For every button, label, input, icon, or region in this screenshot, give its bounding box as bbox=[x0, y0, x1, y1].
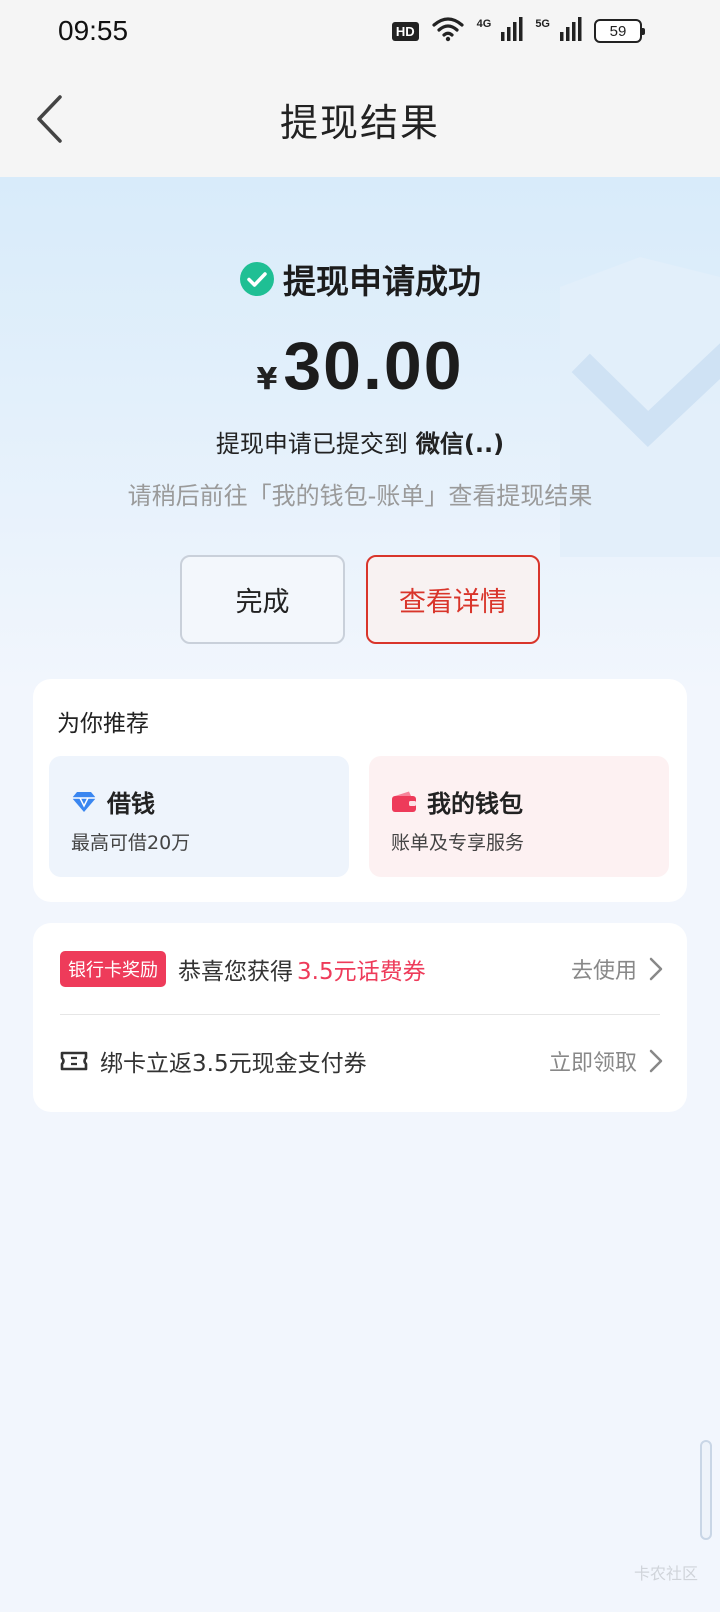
wallet-icon bbox=[392, 791, 416, 812]
use-now-label: 去使用 bbox=[570, 959, 637, 984]
scroll-handle[interactable] bbox=[700, 1440, 712, 1540]
recommend-item-head: 我的钱包 bbox=[391, 784, 523, 819]
chevron-right-icon bbox=[649, 957, 663, 981]
success-text: 提现申请成功 bbox=[283, 262, 481, 301]
recommend-item-loan[interactable]: 借钱 最高可借20万 bbox=[49, 756, 349, 877]
result-hero: 提现申请成功 ¥ 30.00 提现申请已提交到 微信(..) 请稍后前往「我的钱… bbox=[0, 177, 720, 697]
recommend-item-head: 借钱 bbox=[71, 784, 155, 819]
recommend-item-subtitle: 最高可借20万 bbox=[71, 832, 191, 854]
battery-icon: 59 bbox=[594, 19, 645, 43]
network-label-1: 4G bbox=[476, 18, 492, 30]
ticket-icon bbox=[60, 1050, 88, 1072]
check-circle-icon bbox=[240, 262, 274, 296]
reward-row-phone-coupon[interactable]: 银行卡奖励 恭喜您获得 3.5元话费券 去使用 bbox=[60, 923, 663, 1015]
reward-text: 绑卡立返3.5元现金支付券 bbox=[100, 1051, 367, 1077]
use-now-link[interactable]: 去使用 bbox=[571, 953, 663, 985]
recommend-item-wallet[interactable]: 我的钱包 账单及专享服务 bbox=[369, 756, 669, 877]
claim-now-link[interactable]: 立即领取 bbox=[549, 1045, 663, 1077]
recommend-item-title: 我的钱包 bbox=[427, 790, 523, 818]
status-bar: 09:55 HD 4G 5G 59 bbox=[0, 0, 720, 62]
claim-now-label: 立即领取 bbox=[548, 1051, 637, 1076]
currency-symbol: ¥ bbox=[256, 362, 278, 397]
chevron-left-icon bbox=[37, 95, 62, 143]
recommend-title: 为你推荐 bbox=[57, 711, 149, 737]
signal-icon bbox=[501, 17, 523, 45]
reward-highlight: 3.5元话费券 bbox=[297, 959, 426, 985]
reward-card: 银行卡奖励 恭喜您获得 3.5元话费券 去使用 绑卡立返3.5元现金支付券 立即… bbox=[33, 923, 687, 1112]
view-detail-button[interactable]: 查看详情 bbox=[366, 555, 540, 644]
wifi-icon bbox=[431, 16, 465, 46]
chevron-right-icon bbox=[649, 1049, 663, 1073]
status-time: 09:55 bbox=[58, 15, 129, 46]
signal-icon-2 bbox=[560, 17, 582, 45]
reward-text: 恭喜您获得 bbox=[178, 959, 293, 985]
withdraw-amount: 30.00 bbox=[283, 328, 464, 404]
network-label-2: 5G bbox=[535, 18, 550, 30]
submitted-prefix: 提现申请已提交到 bbox=[215, 430, 408, 458]
result-hint: 请稍后前往「我的钱包-账单」查看提现结果 bbox=[127, 482, 593, 510]
done-button[interactable]: 完成 bbox=[180, 555, 345, 644]
nav-bar: 提现结果 bbox=[0, 62, 720, 177]
recommend-item-subtitle: 账单及专享服务 bbox=[391, 832, 525, 854]
reward-row-bind-card[interactable]: 绑卡立返3.5元现金支付券 立即领取 bbox=[60, 1015, 663, 1107]
hd-badge: HD bbox=[391, 21, 419, 41]
page-title: 提现结果 bbox=[279, 101, 440, 145]
recommend-item-title: 借钱 bbox=[107, 790, 155, 818]
status-icons: HD 4G 5G 59 bbox=[391, 16, 645, 46]
submitted-info: 提现申请已提交到 微信(..) bbox=[0, 424, 720, 459]
back-button[interactable] bbox=[24, 92, 74, 146]
submitted-destination: 微信(..) bbox=[415, 430, 505, 458]
amount-row: ¥ 30.00 bbox=[0, 327, 720, 405]
diamond-icon bbox=[72, 791, 96, 812]
reward-badge: 银行卡奖励 bbox=[60, 951, 166, 987]
recommend-card: 为你推荐 借钱 最高可借20万 我的钱包 账单及专享服务 bbox=[33, 679, 687, 902]
success-status: 提现申请成功 bbox=[0, 255, 720, 303]
watermark: 卡农社区 bbox=[633, 1564, 698, 1583]
